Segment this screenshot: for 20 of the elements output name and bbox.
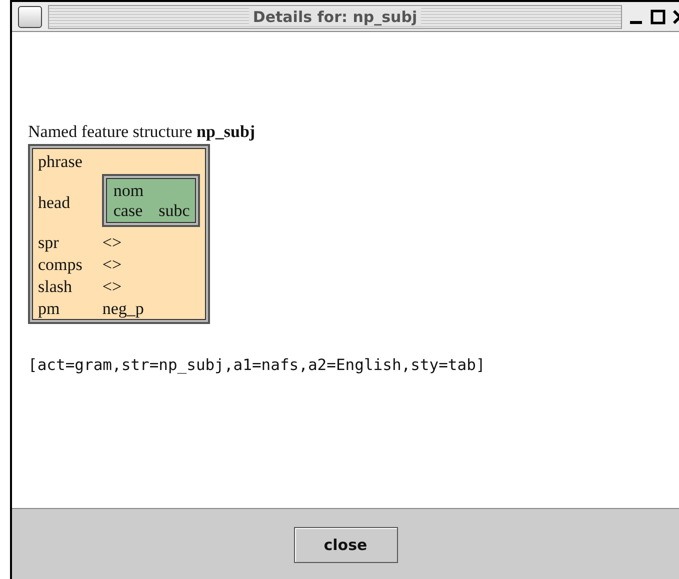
feature-name: slash (38, 277, 73, 298)
feature-value: subc (158, 201, 190, 222)
maximize-icon[interactable] (650, 8, 666, 24)
feature-name: spr (38, 233, 60, 254)
feature-name: comps (38, 255, 82, 276)
close-icon[interactable] (672, 8, 679, 24)
close-button[interactable]: close (294, 527, 398, 563)
feature-value: <> (102, 255, 123, 276)
feature-name: case (113, 201, 143, 222)
feature-value: <> (102, 277, 123, 298)
feature-name: head (38, 192, 72, 213)
feature-name: pm (38, 299, 61, 320)
window-menu-button[interactable] (18, 6, 42, 28)
feature-value: <> (102, 233, 123, 254)
window-title: Details for: np_subj (248, 8, 422, 26)
heading-text: Named feature structure np_subj (28, 122, 256, 142)
type-label: nom (113, 181, 145, 202)
type-label: phrase (38, 152, 84, 172)
command-text: [act=gram,str=np_subj,a1=nafs,a2=English,sty=tab] (28, 356, 486, 374)
feature-value: neg_p (102, 299, 145, 320)
